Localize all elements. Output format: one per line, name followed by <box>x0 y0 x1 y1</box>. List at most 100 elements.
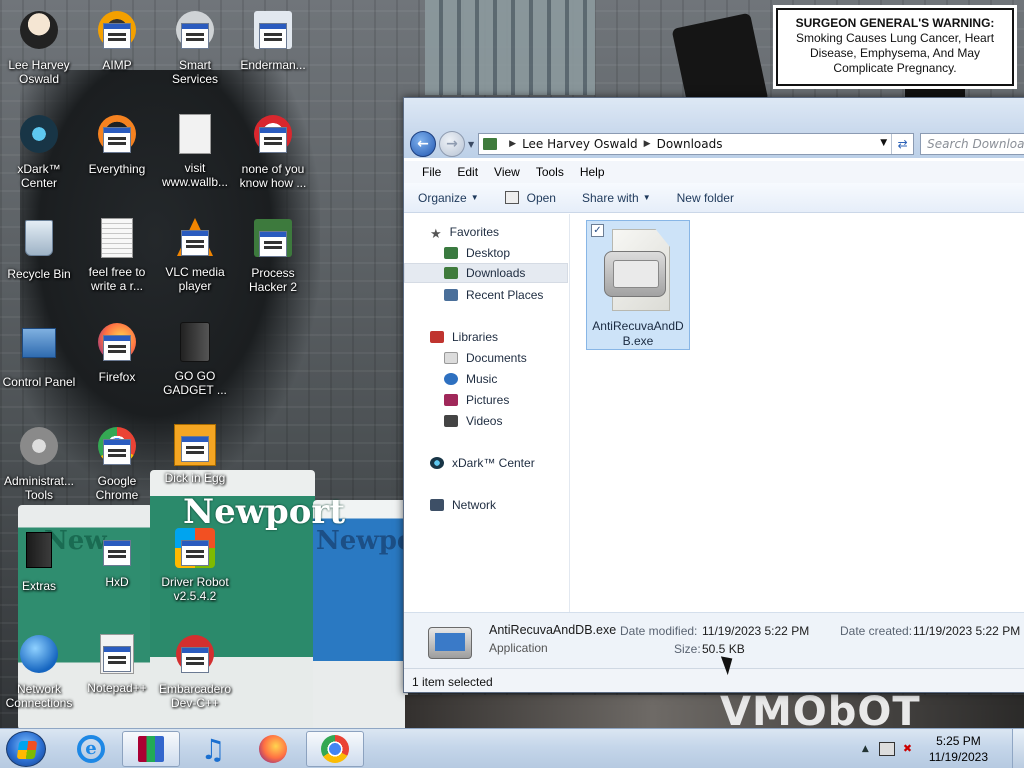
desktop-icon-label: Lee Harvey Oswald <box>8 58 70 86</box>
show-hidden-icons-button[interactable]: ▲ <box>862 744 869 754</box>
taskbar-chrome[interactable] <box>306 731 364 767</box>
taskbar-internet-explorer[interactable]: e <box>62 731 120 767</box>
details-date-created-label: Date created: <box>840 624 913 638</box>
file-list[interactable]: ✓ AntiRecuvaAndD B.exe <box>570 214 1024 612</box>
chevron-right-icon[interactable]: ▶ <box>509 139 516 149</box>
desktop-icon-none-of-you[interactable]: none of you know how ... <box>234 112 312 190</box>
breadcrumb-current[interactable]: Downloads <box>657 137 723 151</box>
menu-edit[interactable]: Edit <box>449 165 486 179</box>
nav-downloads[interactable]: Downloads <box>404 263 568 283</box>
internet-explorer-icon: e <box>77 735 105 763</box>
clock[interactable]: 5:25 PM 11/19/2023 <box>929 733 988 765</box>
recent-pages-dropdown[interactable]: ▼ <box>468 140 474 149</box>
nav-libraries[interactable]: Libraries <box>404 327 568 347</box>
nav-libraries-label: Libraries <box>452 330 499 344</box>
surgeon-general-warning: SURGEON GENERAL'S WARNING: Smoking Cause… <box>773 5 1017 89</box>
exe-icon <box>251 11 295 55</box>
desktop-icon-firefox[interactable]: Firefox <box>78 320 156 384</box>
desktop-icon-vlc[interactable]: VLC media player <box>156 216 234 293</box>
organize-label: Organize <box>418 190 467 205</box>
nav-favorites[interactable]: ★ Favorites <box>404 222 568 242</box>
desktop-icon-everything[interactable]: Everything <box>78 112 156 176</box>
desktop-icon-control-panel[interactable]: Control Panel <box>0 320 78 389</box>
nav-videos[interactable]: Videos <box>404 411 568 431</box>
open-button[interactable]: Open <box>504 190 556 205</box>
nav-recent-places[interactable]: Recent Places <box>404 285 568 305</box>
exe-icon <box>173 11 217 55</box>
star-icon: ★ <box>430 226 442 241</box>
desktop-icon-smart-services[interactable]: Smart Services <box>156 8 234 86</box>
nav-network-label: Network <box>452 498 497 512</box>
nav-desktop[interactable]: Desktop <box>404 243 568 263</box>
desktop-icon-hxd[interactable]: HxD <box>78 528 156 589</box>
desktop-icon-enderman[interactable]: Enderman... <box>234 8 312 72</box>
desktop-icon-google-chrome[interactable]: Google Chrome <box>78 424 156 502</box>
details-size: 50.5 KB <box>702 642 745 656</box>
details-pane: AntiRecuvaAndDB.exe Application Date mod… <box>404 612 1024 668</box>
taskbar-firefox[interactable] <box>244 731 302 767</box>
desktop-icon-xdark-center[interactable]: xDark™ Center <box>0 112 78 190</box>
chevron-down-icon: ▼ <box>642 193 651 202</box>
nav-network[interactable]: Network <box>404 495 568 515</box>
organize-button[interactable]: Organize ▼ <box>418 191 479 205</box>
desktop-icon-label: none of you know how ... <box>239 162 307 190</box>
file-item-antirecuva[interactable]: ✓ AntiRecuvaAndD B.exe <box>586 220 690 350</box>
start-button[interactable] <box>6 731 46 767</box>
exe-icon <box>173 424 217 468</box>
nav-xdark-center[interactable]: xDark™ Center <box>404 453 568 473</box>
volume-muted-icon[interactable]: ✖ <box>903 742 919 756</box>
show-desktop-button[interactable] <box>1012 729 1024 768</box>
taskbar-music-player[interactable]: ♫ <box>184 731 242 767</box>
desktop-icon-driver-robot[interactable]: Driver Robot v2.5.4.2 <box>156 528 234 603</box>
desktop-icon-label: Embarcadero Dev-C++ <box>158 682 232 710</box>
menu-view[interactable]: View <box>486 165 528 179</box>
desktop-icon-dick-in-egg[interactable]: Dick in Egg <box>156 424 234 485</box>
chevron-right-icon[interactable]: ▶ <box>644 139 651 149</box>
taskbar: e ♫ ▲ ✖ 5:25 PM 11/19/2023 <box>0 728 1024 768</box>
winrar-icon <box>138 736 164 762</box>
desktop-icon-recycle-bin[interactable]: Recycle Bin <box>0 216 78 281</box>
nav-pictures[interactable]: Pictures <box>404 390 568 410</box>
refresh-button[interactable]: ⇄ <box>891 134 913 154</box>
desktop-icon-process-hacker[interactable]: Process Hacker 2 <box>234 216 312 294</box>
nav-music[interactable]: Music <box>404 369 568 389</box>
desktop-icon-admin-tools[interactable]: Administrat... Tools <box>0 424 78 502</box>
desktop-icon-go-go-gadget[interactable]: GO GO GADGET ... <box>156 320 234 397</box>
chevron-down-icon[interactable]: ▼ <box>880 138 887 148</box>
nav-downloads-label: Downloads <box>466 266 526 280</box>
application-icon <box>428 627 472 659</box>
share-with-button[interactable]: Share with ▼ <box>582 191 651 205</box>
desktop-icon-aimp[interactable]: AIMP <box>78 8 156 72</box>
exe-icon <box>95 11 139 55</box>
desktop-icon-visit-wallb[interactable]: visit www.wallb... <box>156 112 234 189</box>
downloads-icon <box>444 267 458 279</box>
desktop-icon-notepad-plus-plus[interactable]: Notepad++ <box>78 632 156 695</box>
network-status-icon[interactable] <box>878 742 895 756</box>
refresh-icon: ⇄ <box>897 137 908 151</box>
user-folder-icon <box>17 11 61 55</box>
search-input[interactable]: Search Downloads <box>920 133 1024 155</box>
menu-help[interactable]: Help <box>572 165 613 179</box>
menu-tools[interactable]: Tools <box>528 165 572 179</box>
back-button[interactable]: ← <box>410 131 436 157</box>
new-folder-button[interactable]: New folder <box>677 191 734 205</box>
breadcrumb-root[interactable]: Lee Harvey Oswald <box>522 137 638 151</box>
clock-date: 11/19/2023 <box>928 750 988 764</box>
desktop-icon-user-folder[interactable]: Lee Harvey Oswald <box>0 8 78 86</box>
taskbar-winrar[interactable] <box>122 731 180 767</box>
desktop-icon-feel-free[interactable]: feel free to write a r... <box>78 216 156 293</box>
desktop-icon-extras[interactable]: Extras <box>0 528 78 593</box>
forward-button[interactable]: → <box>439 131 465 157</box>
address-bar[interactable]: ▶ Lee Harvey Oswald ▶ Downloads ▼ ⇄ <box>478 133 915 155</box>
desktop-icon-dev-cpp[interactable]: Embarcadero Dev-C++ <box>156 632 234 710</box>
open-label: Open <box>526 190 556 205</box>
nav-documents[interactable]: Documents <box>404 348 568 368</box>
desktop-icon-network-connections[interactable]: Network Connections <box>0 632 78 710</box>
exe-icon <box>173 218 217 262</box>
open-icon <box>504 191 519 204</box>
xdark-icon <box>17 115 61 159</box>
menu-file[interactable]: File <box>414 165 449 179</box>
explorer-window[interactable]: ← → ▼ ▶ Lee Harvey Oswald ▶ Downloads ▼ … <box>403 97 1024 693</box>
nav-videos-label: Videos <box>466 414 503 428</box>
exe-icon <box>95 427 139 471</box>
